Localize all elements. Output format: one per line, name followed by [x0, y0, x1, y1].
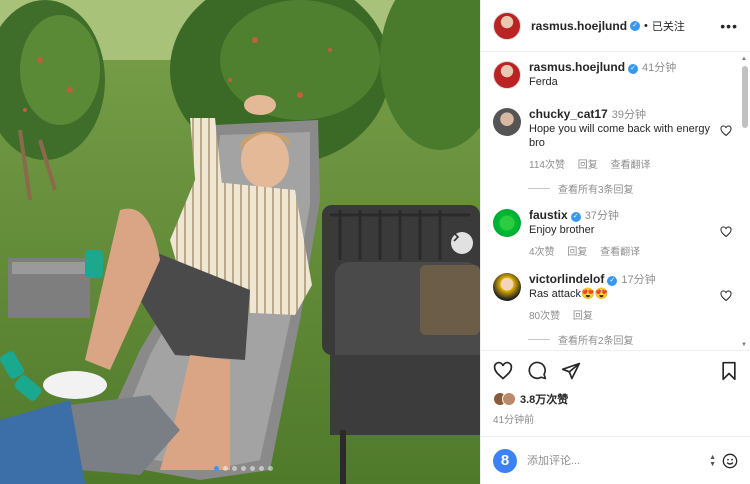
carousel-indicator — [214, 466, 273, 471]
comment-likes[interactable]: 4次赞 — [529, 247, 555, 258]
like-comment-heart-icon[interactable] — [720, 226, 732, 238]
post-timestamp: 41分钟前 — [493, 415, 535, 426]
view-replies-label: 查看所有3条回复 — [558, 185, 634, 196]
reply-button[interactable]: 回复 — [567, 247, 587, 258]
add-comment-input[interactable] — [527, 454, 710, 467]
author-avatar[interactable] — [493, 11, 521, 40]
header-separator: • — [644, 19, 648, 32]
post-caption: rasmus.hoejlund ✓ 41分钟 Ferda — [493, 60, 738, 89]
verified-badge-icon: ✓ — [607, 276, 618, 286]
comment-bubble-icon[interactable] — [527, 361, 547, 381]
comment-avatar[interactable] — [493, 273, 521, 301]
carousel-dot — [214, 466, 219, 471]
following-status-button[interactable]: 已关注 — [652, 18, 685, 34]
verified-badge-icon: ✓ — [628, 64, 639, 74]
comment-likes[interactable]: 80次赞 — [529, 311, 560, 322]
caption-username[interactable]: rasmus.hoejlund — [529, 60, 625, 74]
like-comment-heart-icon[interactable] — [720, 125, 732, 137]
reply-button[interactable]: 回复 — [573, 311, 593, 322]
scroll-down-icon[interactable]: ▼ — [741, 342, 747, 348]
translate-button[interactable]: 查看翻译 — [611, 160, 651, 171]
comment-username[interactable]: victorlindelof — [529, 272, 604, 286]
comments-list[interactable]: ▲ rasmus.hoejlund ✓ 41分钟 Ferda chucky_cat1… — [481, 52, 750, 350]
view-replies-label: 查看所有2条回复 — [558, 336, 634, 347]
reply-button[interactable]: 回复 — [578, 160, 598, 171]
carousel-dot — [268, 466, 273, 471]
scroll-up-icon[interactable]: ▲ — [741, 56, 747, 62]
likes-count[interactable]: 3.8万次赞 — [520, 391, 568, 407]
caption-text: Ferda — [529, 76, 558, 88]
carousel-dot — [241, 466, 246, 471]
comment-username[interactable]: faustix — [529, 208, 568, 222]
carousel-dot — [250, 466, 255, 471]
comment-item: chucky_cat17 39分钟 Hope you will come back… — [493, 107, 738, 171]
caption-time: 41分钟 — [642, 62, 677, 74]
comment-item: victorlindelof ✓ 17分钟 Ras attack😍😍 80次赞 回复 — [493, 272, 738, 322]
photo-illustration — [0, 0, 480, 484]
comment-text: Ras attack😍😍 — [529, 288, 609, 300]
comment-time: 39分钟 — [611, 109, 646, 121]
comment-likes[interactable]: 114次赞 — [529, 160, 565, 171]
comment-item: faustix ✓ 37分钟 Enjoy brother 4次赞 回复 查看翻译 — [493, 208, 738, 258]
chevron-right-icon — [453, 232, 460, 242]
view-replies-button[interactable]: 查看所有3条回复 — [528, 181, 738, 196]
app-badge-icon: 8 — [493, 448, 517, 473]
carousel-dot — [259, 466, 264, 471]
comment-composer: 8 ▲▼ — [481, 436, 750, 484]
caption-avatar[interactable] — [493, 61, 521, 89]
comment-avatar[interactable] — [493, 108, 521, 136]
like-heart-icon[interactable] — [493, 361, 513, 381]
post-photo[interactable] — [0, 0, 480, 484]
comment-avatar[interactable] — [493, 209, 521, 237]
next-slide-button[interactable] — [451, 232, 473, 254]
verified-badge-icon: ✓ — [630, 20, 641, 31]
instagram-post-modal: rasmus.hoejlund ✓ • 已关注 ••• ▲ rasmus.hoe… — [0, 0, 750, 484]
save-bookmark-icon[interactable] — [720, 361, 738, 381]
resize-spinner-icon: ▲ ▼ — [709, 453, 716, 468]
carousel-dot — [223, 466, 228, 471]
like-comment-heart-icon[interactable] — [720, 290, 732, 302]
verified-badge-icon: ✓ — [570, 212, 581, 222]
comment-text: Hope you will come back with energy bro — [529, 123, 710, 149]
translate-button[interactable]: 查看翻译 — [600, 247, 640, 258]
comment-username[interactable]: chucky_cat17 — [529, 107, 608, 121]
scrollbar-thumb[interactable] — [742, 66, 748, 128]
post-actions: 3.8万次赞 41分钟前 — [481, 350, 750, 436]
post-side-panel: rasmus.hoejlund ✓ • 已关注 ••• ▲ rasmus.hoe… — [480, 0, 750, 484]
share-send-icon[interactable] — [561, 361, 581, 381]
more-options-icon[interactable]: ••• — [720, 18, 738, 34]
liker-avatar — [502, 392, 516, 406]
author-username[interactable]: rasmus.hoejlund — [531, 19, 627, 33]
post-header: rasmus.hoejlund ✓ • 已关注 ••• — [481, 0, 750, 52]
view-replies-button[interactable]: 查看所有2条回复 — [528, 332, 738, 347]
carousel-dot — [232, 466, 237, 471]
comment-time: 37分钟 — [584, 210, 619, 222]
comment-text: Enjoy brother — [529, 224, 595, 236]
comment-time: 17分钟 — [621, 274, 656, 286]
emoji-icon[interactable] — [722, 453, 738, 469]
